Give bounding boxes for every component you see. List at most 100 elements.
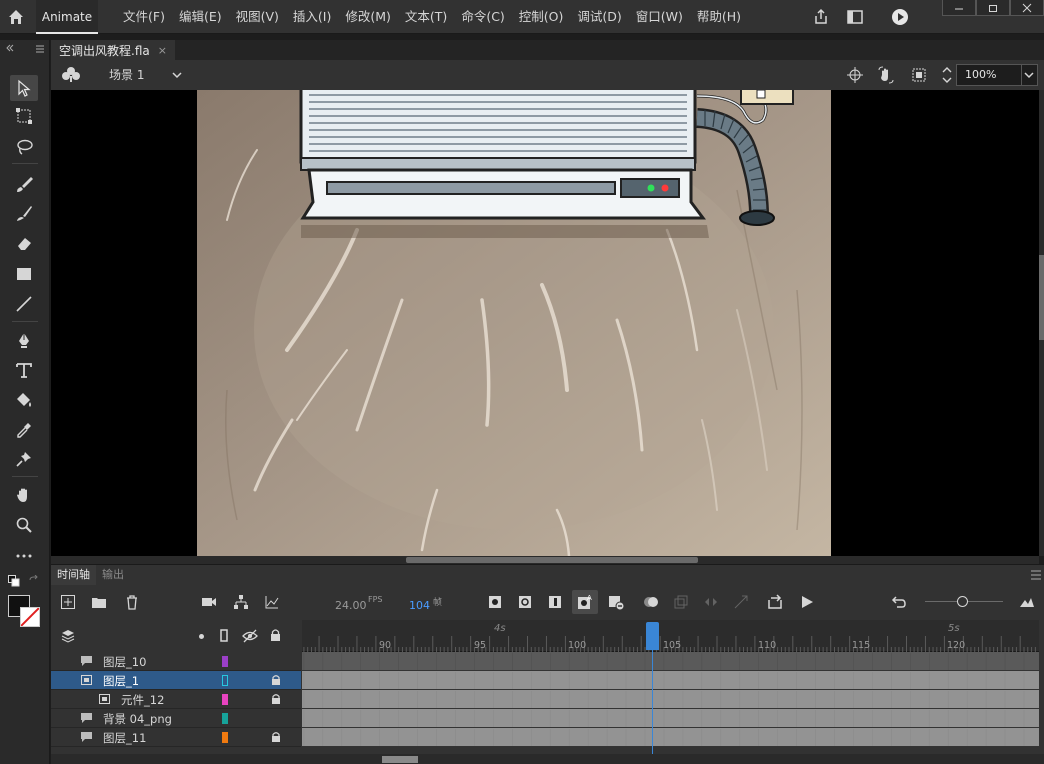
share-icon[interactable] xyxy=(812,8,830,26)
paint-bucket-tool-icon[interactable] xyxy=(10,387,38,413)
delete-layer-icon[interactable] xyxy=(124,594,140,610)
stage[interactable] xyxy=(51,90,1039,556)
line-tool-icon[interactable] xyxy=(10,291,38,317)
pen-tool-icon[interactable] xyxy=(10,327,38,353)
stage-horizontal-scrollbar[interactable] xyxy=(51,556,1039,564)
zoom-dropdown-icon[interactable] xyxy=(1022,64,1038,86)
fps-value[interactable]: 24.00 xyxy=(335,599,367,612)
menu-control[interactable]: 控制(O) xyxy=(512,0,571,34)
layer-name[interactable]: 元件_12 xyxy=(121,692,164,708)
fit-timeline-icon[interactable] xyxy=(1019,594,1035,610)
workspace-icon[interactable] xyxy=(846,8,864,26)
insert-blank-keyframe-icon[interactable] xyxy=(517,594,533,610)
menu-file[interactable]: 文件(F) xyxy=(116,0,172,34)
document-tab[interactable]: 空调出风教程.fla × xyxy=(51,40,175,60)
hand-tool-icon[interactable] xyxy=(10,482,38,508)
close-icon[interactable] xyxy=(1010,0,1044,16)
more-tools-icon[interactable] xyxy=(10,543,38,569)
layer-color-swatch[interactable] xyxy=(222,732,228,743)
menu-modify[interactable]: 修改(M) xyxy=(338,0,398,34)
layer-name[interactable]: 图层_10 xyxy=(103,654,146,670)
layer-color-swatch[interactable] xyxy=(222,675,228,686)
pin-tool-icon[interactable] xyxy=(10,446,38,472)
timeline-scroll-thumb[interactable] xyxy=(382,756,418,763)
lock-layers-icon[interactable] xyxy=(270,628,281,642)
tab-timeline[interactable]: 时间轴 xyxy=(51,565,96,585)
test-movie-icon[interactable] xyxy=(891,8,909,26)
new-layer-icon[interactable] xyxy=(60,594,76,610)
text-tool-icon[interactable] xyxy=(10,357,38,383)
home-icon[interactable] xyxy=(6,7,26,27)
swap-colors-icon[interactable] xyxy=(28,575,40,587)
layer-color-swatch[interactable] xyxy=(222,656,228,667)
new-folder-icon[interactable] xyxy=(91,594,107,610)
close-tab-icon[interactable]: × xyxy=(158,44,167,57)
clip-content-icon[interactable] xyxy=(911,67,927,83)
frame-ruler[interactable]: 4s 5s 90 95 100 105 110 115 120 xyxy=(302,620,1039,652)
layer-name[interactable]: 背景 04_png xyxy=(103,711,172,727)
lasso-tool-icon[interactable] xyxy=(10,134,38,160)
stage-vertical-scrollbar[interactable] xyxy=(1039,90,1044,556)
stage-vertical-scroll-thumb[interactable] xyxy=(1039,255,1044,340)
layer-row[interactable]: 图层_10 xyxy=(51,652,301,671)
eyedropper-tool-icon[interactable] xyxy=(10,417,38,443)
camera-icon[interactable] xyxy=(201,594,217,610)
undo-zoom-icon[interactable] xyxy=(891,594,907,610)
app-name[interactable]: Animate xyxy=(36,0,98,34)
layer-row[interactable]: 元件_12 xyxy=(51,690,301,709)
menu-insert[interactable]: 插入(I) xyxy=(286,0,338,34)
lock-icon[interactable] xyxy=(271,674,281,686)
zoom-stepper-icon[interactable] xyxy=(941,64,953,86)
selection-tool-icon[interactable] xyxy=(10,75,38,101)
menu-edit[interactable]: 编辑(E) xyxy=(172,0,229,34)
brush-tool-icon[interactable] xyxy=(10,171,38,197)
playhead[interactable] xyxy=(646,622,659,650)
layers-icon[interactable] xyxy=(61,629,75,643)
fill-color-swatch[interactable] xyxy=(20,607,40,627)
eraser-tool-icon[interactable] xyxy=(10,230,38,256)
current-frame-value[interactable]: 104 xyxy=(409,599,430,612)
timeline-zoom-handle[interactable] xyxy=(957,596,968,607)
layer-row[interactable]: 图层_11 xyxy=(51,728,301,747)
stage-horizontal-scroll-thumb[interactable] xyxy=(406,557,698,563)
layer-row[interactable]: 图层_1 xyxy=(51,671,301,690)
layer-row[interactable]: 背景 04_png xyxy=(51,709,301,728)
layer-color-swatch[interactable] xyxy=(222,713,228,724)
restore-icon[interactable] xyxy=(976,0,1010,16)
play-icon[interactable] xyxy=(799,594,815,610)
layer-name[interactable]: 图层_11 xyxy=(103,730,146,746)
rectangle-tool-icon[interactable] xyxy=(10,261,38,287)
menu-help[interactable]: 帮助(H) xyxy=(690,0,748,34)
layer-name[interactable]: 图层_1 xyxy=(103,673,139,689)
minimize-icon[interactable] xyxy=(942,0,976,16)
menu-view[interactable]: 视图(V) xyxy=(229,0,286,34)
insert-frame-icon[interactable] xyxy=(547,594,563,610)
timeline-horizontal-scrollbar[interactable] xyxy=(51,754,1044,764)
motion-graph-icon[interactable] xyxy=(264,594,280,610)
layer-color-swatch[interactable] xyxy=(222,694,228,705)
zoom-tool-icon[interactable] xyxy=(10,512,38,538)
menu-window[interactable]: 窗口(W) xyxy=(629,0,690,34)
panel-menu-icon[interactable] xyxy=(1031,570,1041,580)
zoom-input[interactable]: 100% xyxy=(956,64,1022,86)
loop-playback-icon[interactable] xyxy=(767,594,783,610)
insert-keyframe-icon[interactable] xyxy=(487,594,503,610)
outline-layers-icon[interactable] xyxy=(220,629,228,642)
scene-dropdown-icon[interactable] xyxy=(171,69,183,81)
menu-text[interactable]: 文本(T) xyxy=(398,0,454,34)
tab-output[interactable]: 输出 xyxy=(96,565,130,585)
panel-grip[interactable] xyxy=(4,42,46,54)
default-colors-icon[interactable] xyxy=(8,575,20,587)
menu-debug[interactable]: 调试(D) xyxy=(570,0,628,34)
hide-layers-icon[interactable] xyxy=(242,629,258,643)
paint-brush-tool-icon[interactable] xyxy=(10,200,38,226)
center-stage-icon[interactable] xyxy=(847,67,863,83)
menu-commands[interactable]: 命令(C) xyxy=(454,0,511,34)
onion-skin-icon[interactable] xyxy=(643,594,659,610)
artboard-canvas[interactable] xyxy=(197,90,831,556)
edit-symbols-icon[interactable] xyxy=(61,66,81,84)
rotate-stage-icon[interactable] xyxy=(877,66,895,84)
free-transform-tool-icon[interactable] xyxy=(10,103,38,129)
layer-parenting-icon[interactable] xyxy=(233,594,249,610)
highlight-layers-icon[interactable] xyxy=(199,634,204,639)
